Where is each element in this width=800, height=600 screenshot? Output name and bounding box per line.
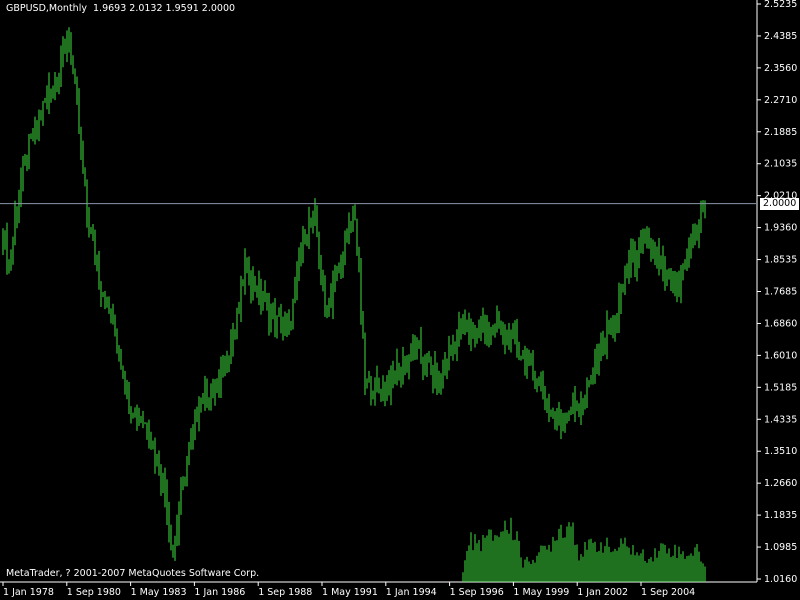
chart-window: 2.5235 2.4385 2.3560 2.2710 2.1885 2.1035 2.02… [0, 0, 800, 600]
y-tick-label: 1.9360 [764, 223, 797, 234]
y-tick-label: 1.7685 [764, 287, 797, 298]
y-tick-label: 2.3560 [764, 63, 797, 74]
y-tick-label: 1.5185 [764, 382, 797, 393]
y-tick-label: 1.3510 [764, 446, 797, 457]
x-tick-label: 1 Sep 2004 [641, 587, 695, 598]
y-tick-label: 1.6860 [764, 318, 797, 329]
x-tick-label: 1 Sep 1988 [258, 587, 312, 598]
y-tick-label: 1.0160 [764, 574, 797, 585]
y-tick-label: 2.1035 [764, 159, 797, 170]
y-tick-label: 1.0985 [764, 542, 797, 553]
x-tick-label: 1 Jan 1986 [194, 587, 245, 598]
x-tick-label: 1 May 1991 [322, 587, 378, 598]
x-tick-label: 1 Sep 1980 [67, 587, 121, 598]
y-tick-label: 1.6010 [764, 350, 797, 361]
copyright-text: MetaTrader, ? 2001-2007 MetaQuotes Softw… [6, 568, 260, 579]
price-chart[interactable]: 2.52352.43852.35602.27102.18852.10352.02… [0, 0, 800, 600]
y-tick-label: 2.5235 [764, 0, 797, 10]
x-tick-label: 1 Jan 2002 [577, 587, 628, 598]
y-tick-label: 2.1885 [764, 127, 797, 138]
x-tick-label: 1 May 1999 [513, 587, 569, 598]
symbol-timeframe: GBPUSD,Monthly [6, 3, 87, 14]
y-tick-label: 1.8535 [764, 255, 797, 266]
y-tick-label: 1.1835 [764, 510, 797, 521]
current-price-label: 2.0000 [760, 197, 800, 210]
y-tick-label: 1.4335 [764, 414, 797, 425]
x-tick-label: 1 Jan 1978 [3, 587, 54, 598]
y-tick-label: 2.2710 [764, 95, 797, 106]
ohlc-values: 1.9693 2.0132 1.9591 2.0000 [93, 3, 236, 14]
x-tick-label: 1 May 1983 [131, 587, 187, 598]
x-tick-label: 1 Jan 1994 [386, 587, 437, 598]
x-tick-label: 1 Sep 1996 [450, 587, 504, 598]
chart-header: GBPUSD,Monthly 1.9693 2.0132 1.9591 2.00… [6, 3, 235, 14]
y-tick-label: 1.2660 [764, 478, 797, 489]
y-tick-label: 2.4385 [764, 31, 797, 42]
